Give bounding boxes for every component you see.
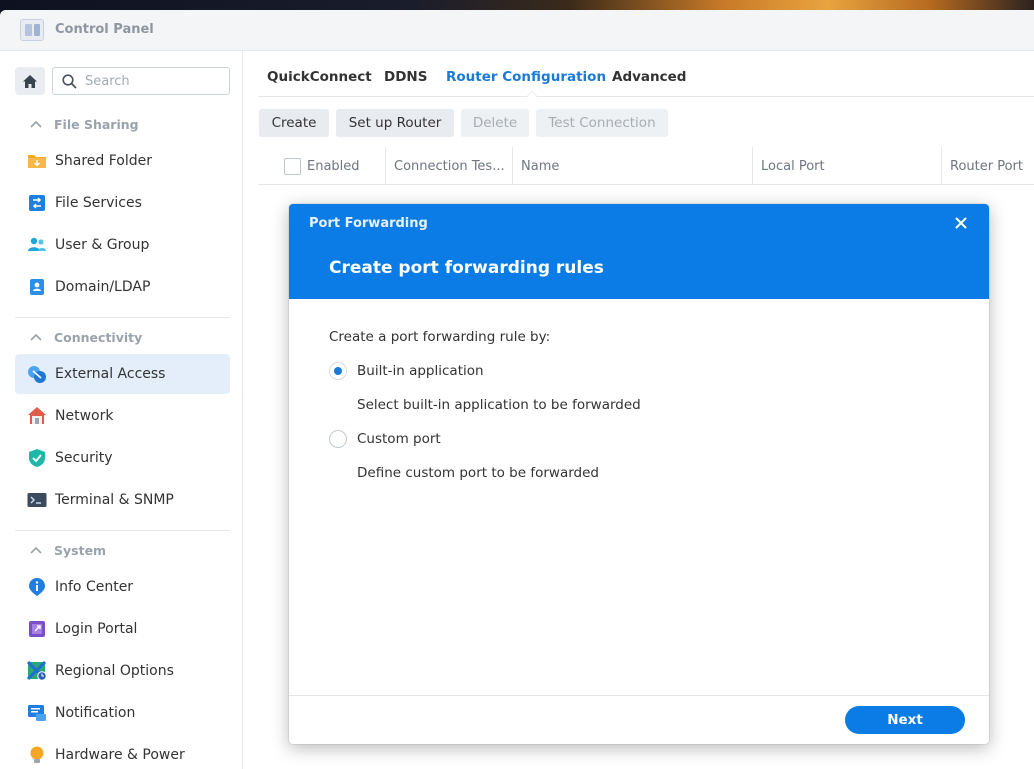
home-icon: [23, 74, 37, 88]
test-connection-button[interactable]: Test Connection: [536, 109, 668, 137]
external-access-icon: [28, 366, 46, 383]
radio-button[interactable]: [329, 430, 347, 448]
section-label: Connectivity: [54, 329, 143, 345]
column-connection-test[interactable]: Connection Tes...: [385, 147, 513, 185]
sidebar-item-domain-ldap[interactable]: Domain/LDAP: [15, 267, 230, 307]
next-button[interactable]: Next: [845, 706, 965, 734]
search-field[interactable]: [52, 67, 230, 95]
column-enabled[interactable]: Enabled: [276, 147, 386, 185]
option-description: Define custom port to be forwarded: [357, 465, 599, 481]
sidebar-item-terminal-snmp[interactable]: Terminal & SNMP: [15, 480, 230, 520]
column-label: Enabled: [307, 158, 360, 174]
section-label: System: [54, 542, 107, 558]
control-panel-app-icon: [20, 19, 44, 41]
user-group-icon: [28, 237, 46, 251]
sidebar-item-label: Hardware & Power: [55, 747, 185, 763]
column-local-port[interactable]: Local Port: [752, 147, 942, 185]
sidebar-item-user-group[interactable]: User & Group: [15, 225, 230, 265]
info-icon: [29, 578, 45, 596]
section-system[interactable]: System: [28, 540, 106, 560]
tab-advanced[interactable]: Advanced: [612, 69, 686, 85]
chevron-up-icon: [30, 120, 42, 128]
option-label: Built-in application: [357, 363, 484, 379]
sidebar-item-network[interactable]: Network: [15, 396, 230, 436]
section-file-sharing[interactable]: File Sharing: [28, 114, 139, 134]
sidebar-item-label: External Access: [55, 366, 166, 382]
setup-router-button[interactable]: Set up Router: [336, 109, 454, 137]
rules-table-header: Enabled Connection Tes... Name Local Por…: [258, 147, 1034, 185]
sidebar-item-security[interactable]: Security: [15, 438, 230, 478]
notification-icon: [28, 705, 46, 721]
radio-button-selected[interactable]: [329, 362, 347, 380]
sidebar-item-label: Shared Folder: [55, 153, 153, 169]
create-button[interactable]: Create: [259, 109, 329, 137]
delete-button[interactable]: Delete: [461, 109, 529, 137]
column-name[interactable]: Name: [512, 147, 753, 185]
active-tab-indicator: [526, 91, 538, 97]
login-portal-icon: [29, 621, 45, 637]
column-label: Name: [521, 158, 560, 174]
dialog-header: Port Forwarding Create port forwarding r…: [289, 204, 989, 299]
sidebar-item-label: File Services: [55, 195, 142, 211]
tab-ddns[interactable]: DDNS: [384, 69, 427, 85]
dialog-title: Create port forwarding rules: [329, 258, 604, 278]
sidebar-item-label: Regional Options: [55, 663, 174, 679]
search-input[interactable]: [85, 72, 225, 90]
sidebar-divider: [15, 530, 230, 531]
network-house-icon: [28, 407, 46, 424]
sidebar-item-label: Info Center: [55, 579, 134, 595]
option-custom-port[interactable]: Custom port: [329, 429, 441, 449]
folder-icon: [28, 155, 46, 168]
search-icon: [62, 74, 77, 89]
sidebar-item-label: Security: [55, 450, 113, 466]
close-icon: [955, 217, 967, 229]
section-connectivity[interactable]: Connectivity: [28, 327, 142, 347]
sidebar-item-shared-folder[interactable]: Shared Folder: [15, 141, 230, 181]
dialog-prompt: Create a port forwarding rule by:: [329, 329, 551, 345]
sidebar-item-info-center[interactable]: Info Center: [15, 567, 230, 607]
section-label: File Sharing: [54, 116, 139, 132]
sidebar: File Sharing Shared Folder File Services…: [0, 51, 243, 769]
option-description: Select built-in application to be forwar…: [357, 397, 641, 413]
option-built-in-application[interactable]: Built-in application: [329, 361, 484, 381]
regional-icon: [27, 661, 47, 681]
sidebar-item-regional-options[interactable]: Regional Options: [15, 651, 230, 691]
dialog-kicker: Port Forwarding: [309, 216, 428, 231]
chevron-up-icon: [30, 546, 42, 554]
tab-router-configuration[interactable]: Router Configuration: [446, 69, 606, 85]
sidebar-item-label: Terminal & SNMP: [55, 492, 174, 508]
sidebar-item-notification[interactable]: Notification: [15, 693, 230, 733]
close-button[interactable]: [952, 214, 970, 232]
column-label: Connection Tes...: [394, 158, 505, 174]
sidebar-item-file-services[interactable]: File Services: [15, 183, 230, 223]
sidebar-item-label: Login Portal: [55, 621, 138, 637]
bulb-icon: [30, 746, 44, 763]
column-router-port[interactable]: Router Port: [941, 147, 1034, 185]
port-forwarding-dialog: Port Forwarding Create port forwarding r…: [289, 204, 989, 744]
sidebar-item-hardware-power[interactable]: Hardware & Power: [15, 735, 230, 769]
domain-icon: [30, 279, 44, 295]
chevron-up-icon: [30, 333, 42, 341]
tab-quickconnect[interactable]: QuickConnect: [267, 69, 372, 85]
sidebar-item-external-access[interactable]: External Access: [15, 354, 230, 394]
sidebar-divider: [15, 317, 230, 318]
title-bar: Control Panel: [0, 10, 1034, 51]
tab-bar: QuickConnect DDNS Router Configuration A…: [258, 51, 1034, 97]
sidebar-item-login-portal[interactable]: Login Portal: [15, 609, 230, 649]
shield-icon: [29, 449, 45, 467]
sidebar-item-label: Notification: [55, 705, 136, 721]
window-title: Control Panel: [55, 22, 154, 37]
sidebar-item-label: Domain/LDAP: [55, 279, 151, 295]
file-services-icon: [29, 195, 45, 211]
option-label: Custom port: [357, 431, 441, 447]
sidebar-item-label: Network: [55, 408, 114, 424]
dialog-footer-divider: [289, 695, 989, 696]
sidebar-item-label: User & Group: [55, 237, 150, 253]
column-label: Router Port: [950, 158, 1023, 174]
home-button[interactable]: [15, 67, 45, 95]
column-label: Local Port: [761, 158, 825, 174]
terminal-icon: [27, 493, 47, 507]
select-all-checkbox[interactable]: [284, 157, 301, 175]
